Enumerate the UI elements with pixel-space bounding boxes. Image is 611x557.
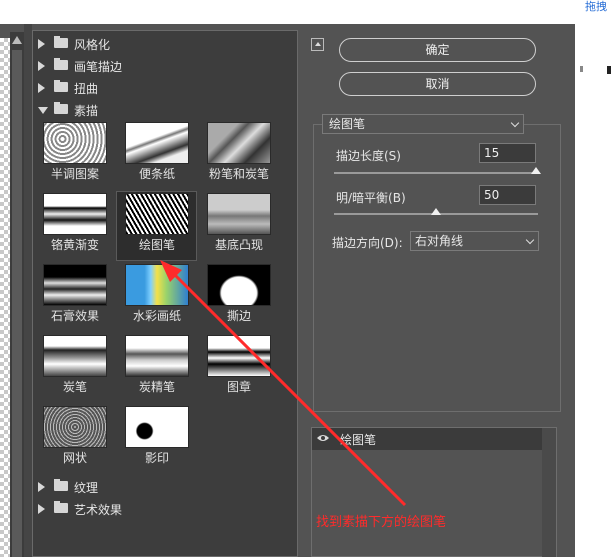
annotation-text: 找到素描下方的绘图笔 — [316, 515, 447, 530]
annotation-arrow — [160, 260, 407, 507]
